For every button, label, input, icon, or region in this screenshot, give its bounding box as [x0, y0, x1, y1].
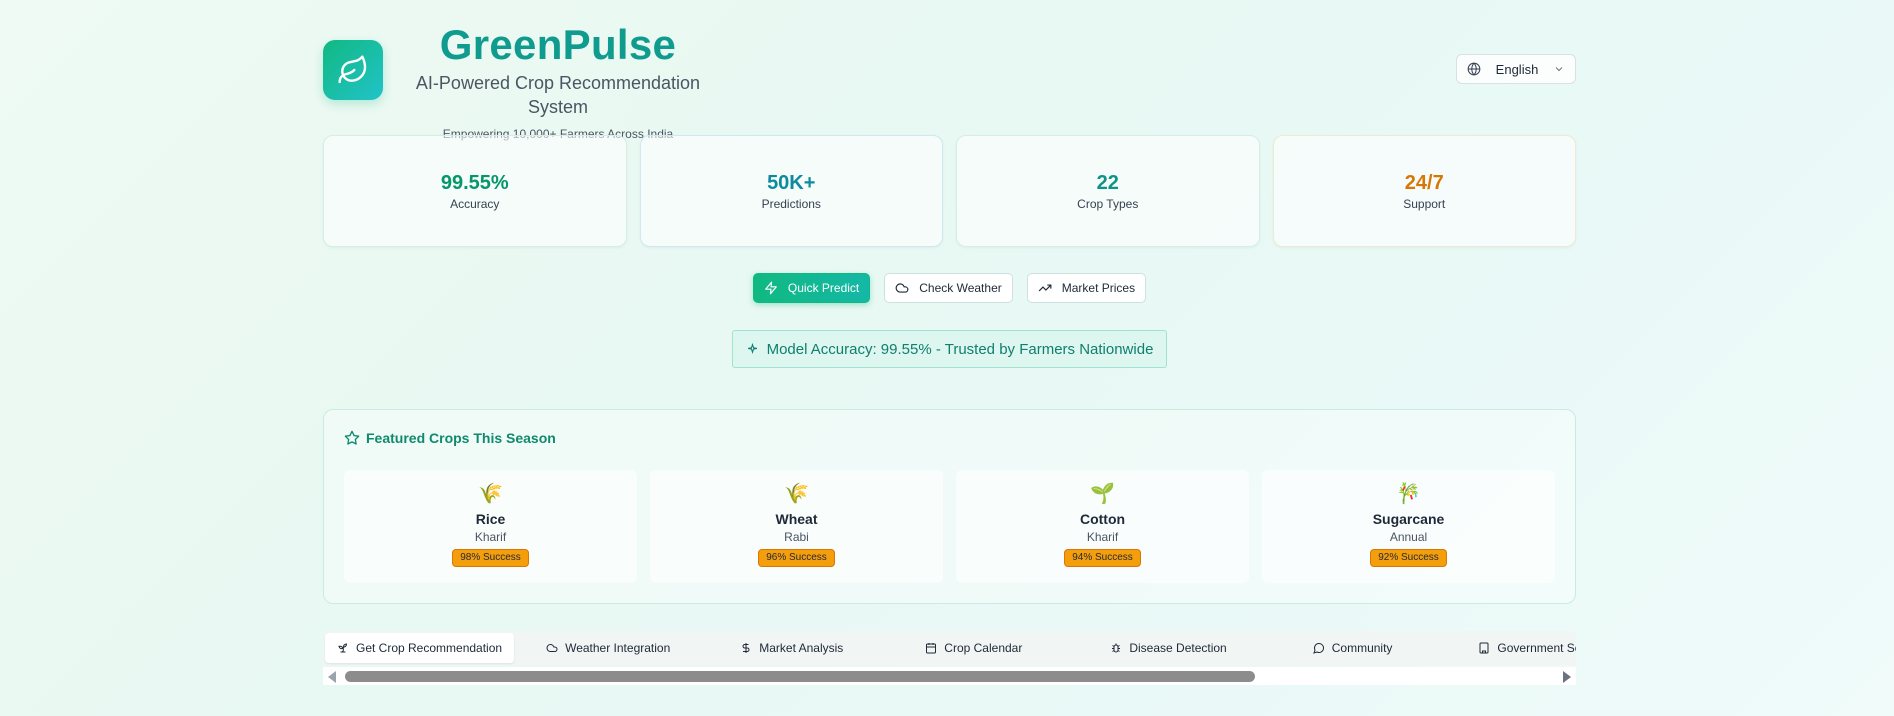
crop-icon: 🌾 — [784, 483, 809, 505]
star-icon — [344, 430, 360, 445]
scroll-right-arrow-icon[interactable] — [1563, 671, 1571, 683]
stat-label: Crop Types — [1077, 197, 1139, 211]
stats-row: 99.55% Accuracy 50K+ Predictions 22 Crop… — [323, 135, 1576, 247]
chat-icon — [1312, 643, 1324, 654]
quick-predict-button[interactable]: Quick Predict — [752, 273, 871, 303]
tab-get-crop-recommendation[interactable]: Get Crop Recommendation — [325, 633, 515, 663]
crop-season: Kharif — [474, 530, 507, 544]
tab-government-schemes[interactable]: Government Schem — [1466, 633, 1576, 663]
tab-label: Crop Calendar — [944, 641, 1023, 655]
crop-card-sugarcane[interactable]: 🎋 Sugarcane Annual 92% Success — [1262, 470, 1555, 583]
stat-card-crop-types: 22 Crop Types — [956, 135, 1260, 247]
crop-icon: 🌾 — [478, 483, 503, 505]
stat-label: Accuracy — [450, 197, 500, 211]
language-select[interactable]: English — [1456, 54, 1576, 84]
tab-community[interactable]: Community — [1301, 633, 1405, 663]
leaf-icon — [338, 55, 367, 84]
success-badge: 92% Success — [1370, 549, 1447, 567]
cloud-icon — [895, 283, 909, 293]
crop-name: Cotton — [1079, 511, 1126, 527]
bug-icon — [1112, 643, 1121, 653]
success-badge: 98% Success — [452, 549, 529, 567]
stat-value: 24/7 — [1404, 172, 1444, 194]
stat-card-accuracy: 99.55% Accuracy — [323, 135, 627, 247]
crop-season: Rabi — [784, 530, 809, 544]
tab-label: Government Schem — [1497, 641, 1576, 655]
tabs-scrollbar[interactable] — [323, 667, 1576, 685]
tab-label: Community — [1331, 641, 1393, 655]
app-tagline: AI-Powered Crop Recommendation System — [415, 73, 701, 117]
tab-label: Weather Integration — [565, 641, 671, 655]
crop-cards: 🌾 Rice Kharif 98% Success 🌾 Wheat Rabi 9… — [344, 470, 1555, 583]
check-weather-button[interactable]: Check Weather — [884, 273, 1013, 303]
stat-card-support: 24/7 Support — [1272, 135, 1576, 247]
app-container: GreenPulse AI-Powered Crop Recommendatio… — [323, 0, 1576, 716]
tab-crop-calendar[interactable]: Crop Calendar — [913, 633, 1034, 663]
stat-value: 50K+ — [767, 172, 816, 194]
globe-icon — [1467, 62, 1481, 76]
crop-name: Wheat — [775, 511, 818, 527]
tab-label: Market Analysis — [759, 641, 844, 655]
tab-disease-detection[interactable]: Disease Detection — [1098, 633, 1238, 663]
crop-icon: 🎋 — [1396, 483, 1421, 505]
crop-name: Sugarcane — [1372, 511, 1445, 527]
trending-up-icon — [1038, 284, 1052, 292]
tab-market-analysis[interactable]: Market Analysis — [728, 633, 855, 663]
brand-block: GreenPulse AI-Powered Crop Recommendatio… — [393, 20, 723, 142]
crop-icon: 🌱 — [1090, 483, 1115, 505]
featured-crops-title-text: Featured Crops This Season — [366, 430, 556, 446]
tab-label: Get Crop Recommendation — [356, 641, 503, 655]
stat-value: 22 — [1096, 172, 1119, 194]
tab-label: Disease Detection — [1129, 641, 1227, 655]
feature-tabs: Get Crop Recommendation Weather Integrat… — [323, 631, 1576, 665]
accuracy-banner-text: Model Accuracy: 99.55% - Trusted by Farm… — [766, 340, 1154, 358]
cloud-icon — [546, 644, 558, 652]
dollar-icon — [742, 643, 750, 653]
success-badge: 96% Success — [758, 549, 835, 567]
check-weather-label: Check Weather — [919, 281, 1002, 295]
crop-season: Annual — [1389, 530, 1428, 544]
market-prices-label: Market Prices — [1061, 281, 1136, 295]
stat-label: Predictions — [761, 197, 821, 211]
stat-value: 99.55% — [440, 172, 509, 194]
building-icon — [1479, 642, 1489, 654]
stat-label: Support — [1403, 197, 1446, 211]
crop-season: Kharif — [1086, 530, 1119, 544]
accuracy-banner: Model Accuracy: 99.55% - Trusted by Farm… — [732, 330, 1167, 368]
quick-predict-label: Quick Predict — [787, 281, 860, 295]
crop-card-rice[interactable]: 🌾 Rice Kharif 98% Success — [344, 470, 637, 583]
zap-icon — [765, 281, 777, 295]
sparkles-icon — [747, 342, 757, 354]
sprout-icon — [338, 643, 348, 653]
language-label: English — [1495, 61, 1539, 77]
tab-weather-integration[interactable]: Weather Integration — [534, 633, 682, 663]
quick-actions: Quick Predict Check Weather Market Price… — [323, 273, 1576, 303]
app-logo — [323, 40, 383, 100]
stat-card-predictions: 50K+ Predictions — [639, 135, 943, 247]
crop-card-wheat[interactable]: 🌾 Wheat Rabi 96% Success — [650, 470, 943, 583]
scroll-left-arrow-icon[interactable] — [328, 671, 336, 683]
chevron-down-icon — [1555, 67, 1563, 72]
featured-crops-panel: Featured Crops This Season 🌾 Rice Kharif… — [323, 409, 1576, 604]
crop-card-cotton[interactable]: 🌱 Cotton Kharif 94% Success — [956, 470, 1249, 583]
success-badge: 94% Success — [1064, 549, 1141, 567]
calendar-icon — [926, 643, 937, 654]
app-title: GreenPulse — [439, 21, 677, 68]
crop-name: Rice — [475, 511, 506, 527]
scrollbar-thumb[interactable] — [345, 671, 1255, 682]
featured-crops-title: Featured Crops This Season — [344, 430, 556, 446]
market-prices-button[interactable]: Market Prices — [1026, 273, 1147, 303]
